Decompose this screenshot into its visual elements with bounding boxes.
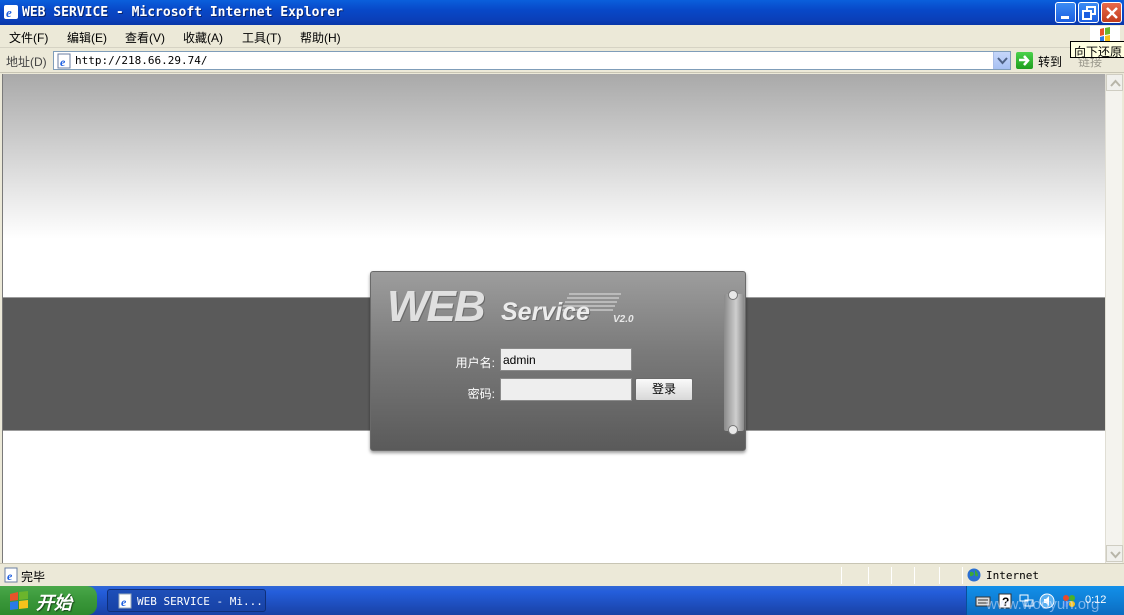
username-field[interactable] bbox=[500, 348, 632, 371]
scroll-down-button[interactable] bbox=[1106, 545, 1123, 562]
menu-edit[interactable]: 编辑(E) bbox=[67, 29, 107, 46]
address-url: http://218.66.29.74/ bbox=[75, 54, 208, 67]
logo-web: WEB bbox=[387, 282, 486, 331]
username-label: 用户名: bbox=[455, 356, 495, 370]
page-icon: e bbox=[57, 53, 71, 69]
header-gradient bbox=[3, 74, 1105, 239]
menu-tools[interactable]: 工具(T) bbox=[242, 29, 281, 46]
menu-bar: 文件(F) 编辑(E) 查看(V) 收藏(A) 工具(T) 帮助(H) bbox=[0, 25, 1124, 48]
address-input[interactable]: e http://218.66.29.74/ bbox=[53, 51, 1011, 70]
svg-text:e: e bbox=[121, 595, 127, 609]
globe-icon bbox=[967, 568, 981, 582]
security-zone: Internet bbox=[986, 569, 1039, 582]
status-bar: e 完毕 Internet bbox=[0, 563, 1124, 586]
chevron-down-icon bbox=[997, 57, 1008, 65]
minimize-button[interactable] bbox=[1055, 2, 1076, 23]
ie-window: e WEB SERVICE - Microsoft Internet Explo… bbox=[0, 0, 1124, 615]
status-divider bbox=[962, 567, 963, 584]
title-bar[interactable]: e WEB SERVICE - Microsoft Internet Explo… bbox=[0, 0, 1124, 25]
svg-text:e: e bbox=[7, 569, 13, 583]
window-title: WEB SERVICE - Microsoft Internet Explore… bbox=[22, 5, 343, 20]
status-divider bbox=[914, 567, 915, 584]
status-divider bbox=[939, 567, 940, 584]
taskbar-item-ie[interactable]: e WEB SERVICE - Mi... bbox=[107, 589, 266, 612]
login-panel: WEB Service V2.0 用户名: 密码: 登录 bbox=[370, 271, 746, 451]
panel-side-tab bbox=[724, 294, 744, 431]
status-divider bbox=[891, 567, 892, 584]
menu-favorites[interactable]: 收藏(A) bbox=[183, 29, 223, 46]
restore-button[interactable] bbox=[1078, 2, 1099, 23]
minimize-icon bbox=[1061, 16, 1069, 19]
svg-text:e: e bbox=[6, 5, 12, 20]
status-divider bbox=[841, 567, 842, 584]
go-arrow-icon bbox=[1019, 55, 1030, 66]
chevron-down-icon bbox=[1110, 551, 1121, 559]
chevron-up-icon bbox=[1110, 79, 1121, 87]
address-bar: 地址(D) e http://218.66.29.74/ bbox=[0, 49, 1124, 73]
menu-view[interactable]: 查看(V) bbox=[125, 29, 165, 46]
page-done-icon: e bbox=[4, 567, 18, 583]
ie-icon: e bbox=[4, 5, 18, 20]
windows-flag-icon bbox=[10, 591, 28, 610]
password-field[interactable] bbox=[500, 378, 632, 401]
close-button[interactable] bbox=[1101, 2, 1122, 23]
page-content: WEB Service V2.0 用户名: 密码: 登录 bbox=[2, 74, 1105, 563]
status-divider bbox=[868, 567, 869, 584]
status-text: 完毕 bbox=[21, 570, 46, 584]
go-label[interactable]: 转到 bbox=[1038, 53, 1062, 70]
svg-text:e: e bbox=[60, 55, 66, 69]
taskbar-item-label: WEB SERVICE - Mi... bbox=[137, 595, 263, 608]
taskbar: 开始 e WEB SERVICE - Mi... ? 0:12 bbox=[0, 586, 1124, 615]
ie-icon: e bbox=[118, 593, 132, 609]
logo-version: V2.0 bbox=[613, 314, 634, 325]
vertical-scrollbar[interactable] bbox=[1105, 74, 1123, 563]
restore-icon bbox=[1082, 6, 1096, 20]
address-label: 地址(D) bbox=[6, 55, 47, 69]
go-button[interactable] bbox=[1016, 52, 1033, 69]
logo-service: Service bbox=[501, 298, 590, 326]
pin-icon bbox=[728, 290, 738, 300]
start-button[interactable]: 开始 bbox=[0, 586, 97, 615]
start-label: 开始 bbox=[36, 593, 72, 613]
watermark: www.wooyun.org bbox=[986, 596, 1100, 613]
address-dropdown-button[interactable] bbox=[993, 52, 1010, 69]
restore-tooltip: 向下还原 bbox=[1070, 41, 1124, 59]
menu-file[interactable]: 文件(F) bbox=[9, 29, 48, 46]
scroll-up-button[interactable] bbox=[1106, 74, 1123, 91]
menu-help[interactable]: 帮助(H) bbox=[300, 29, 341, 46]
close-icon bbox=[1106, 7, 1118, 19]
pin-icon bbox=[728, 425, 738, 435]
login-button[interactable]: 登录 bbox=[635, 378, 693, 401]
password-label: 密码: bbox=[467, 387, 495, 401]
